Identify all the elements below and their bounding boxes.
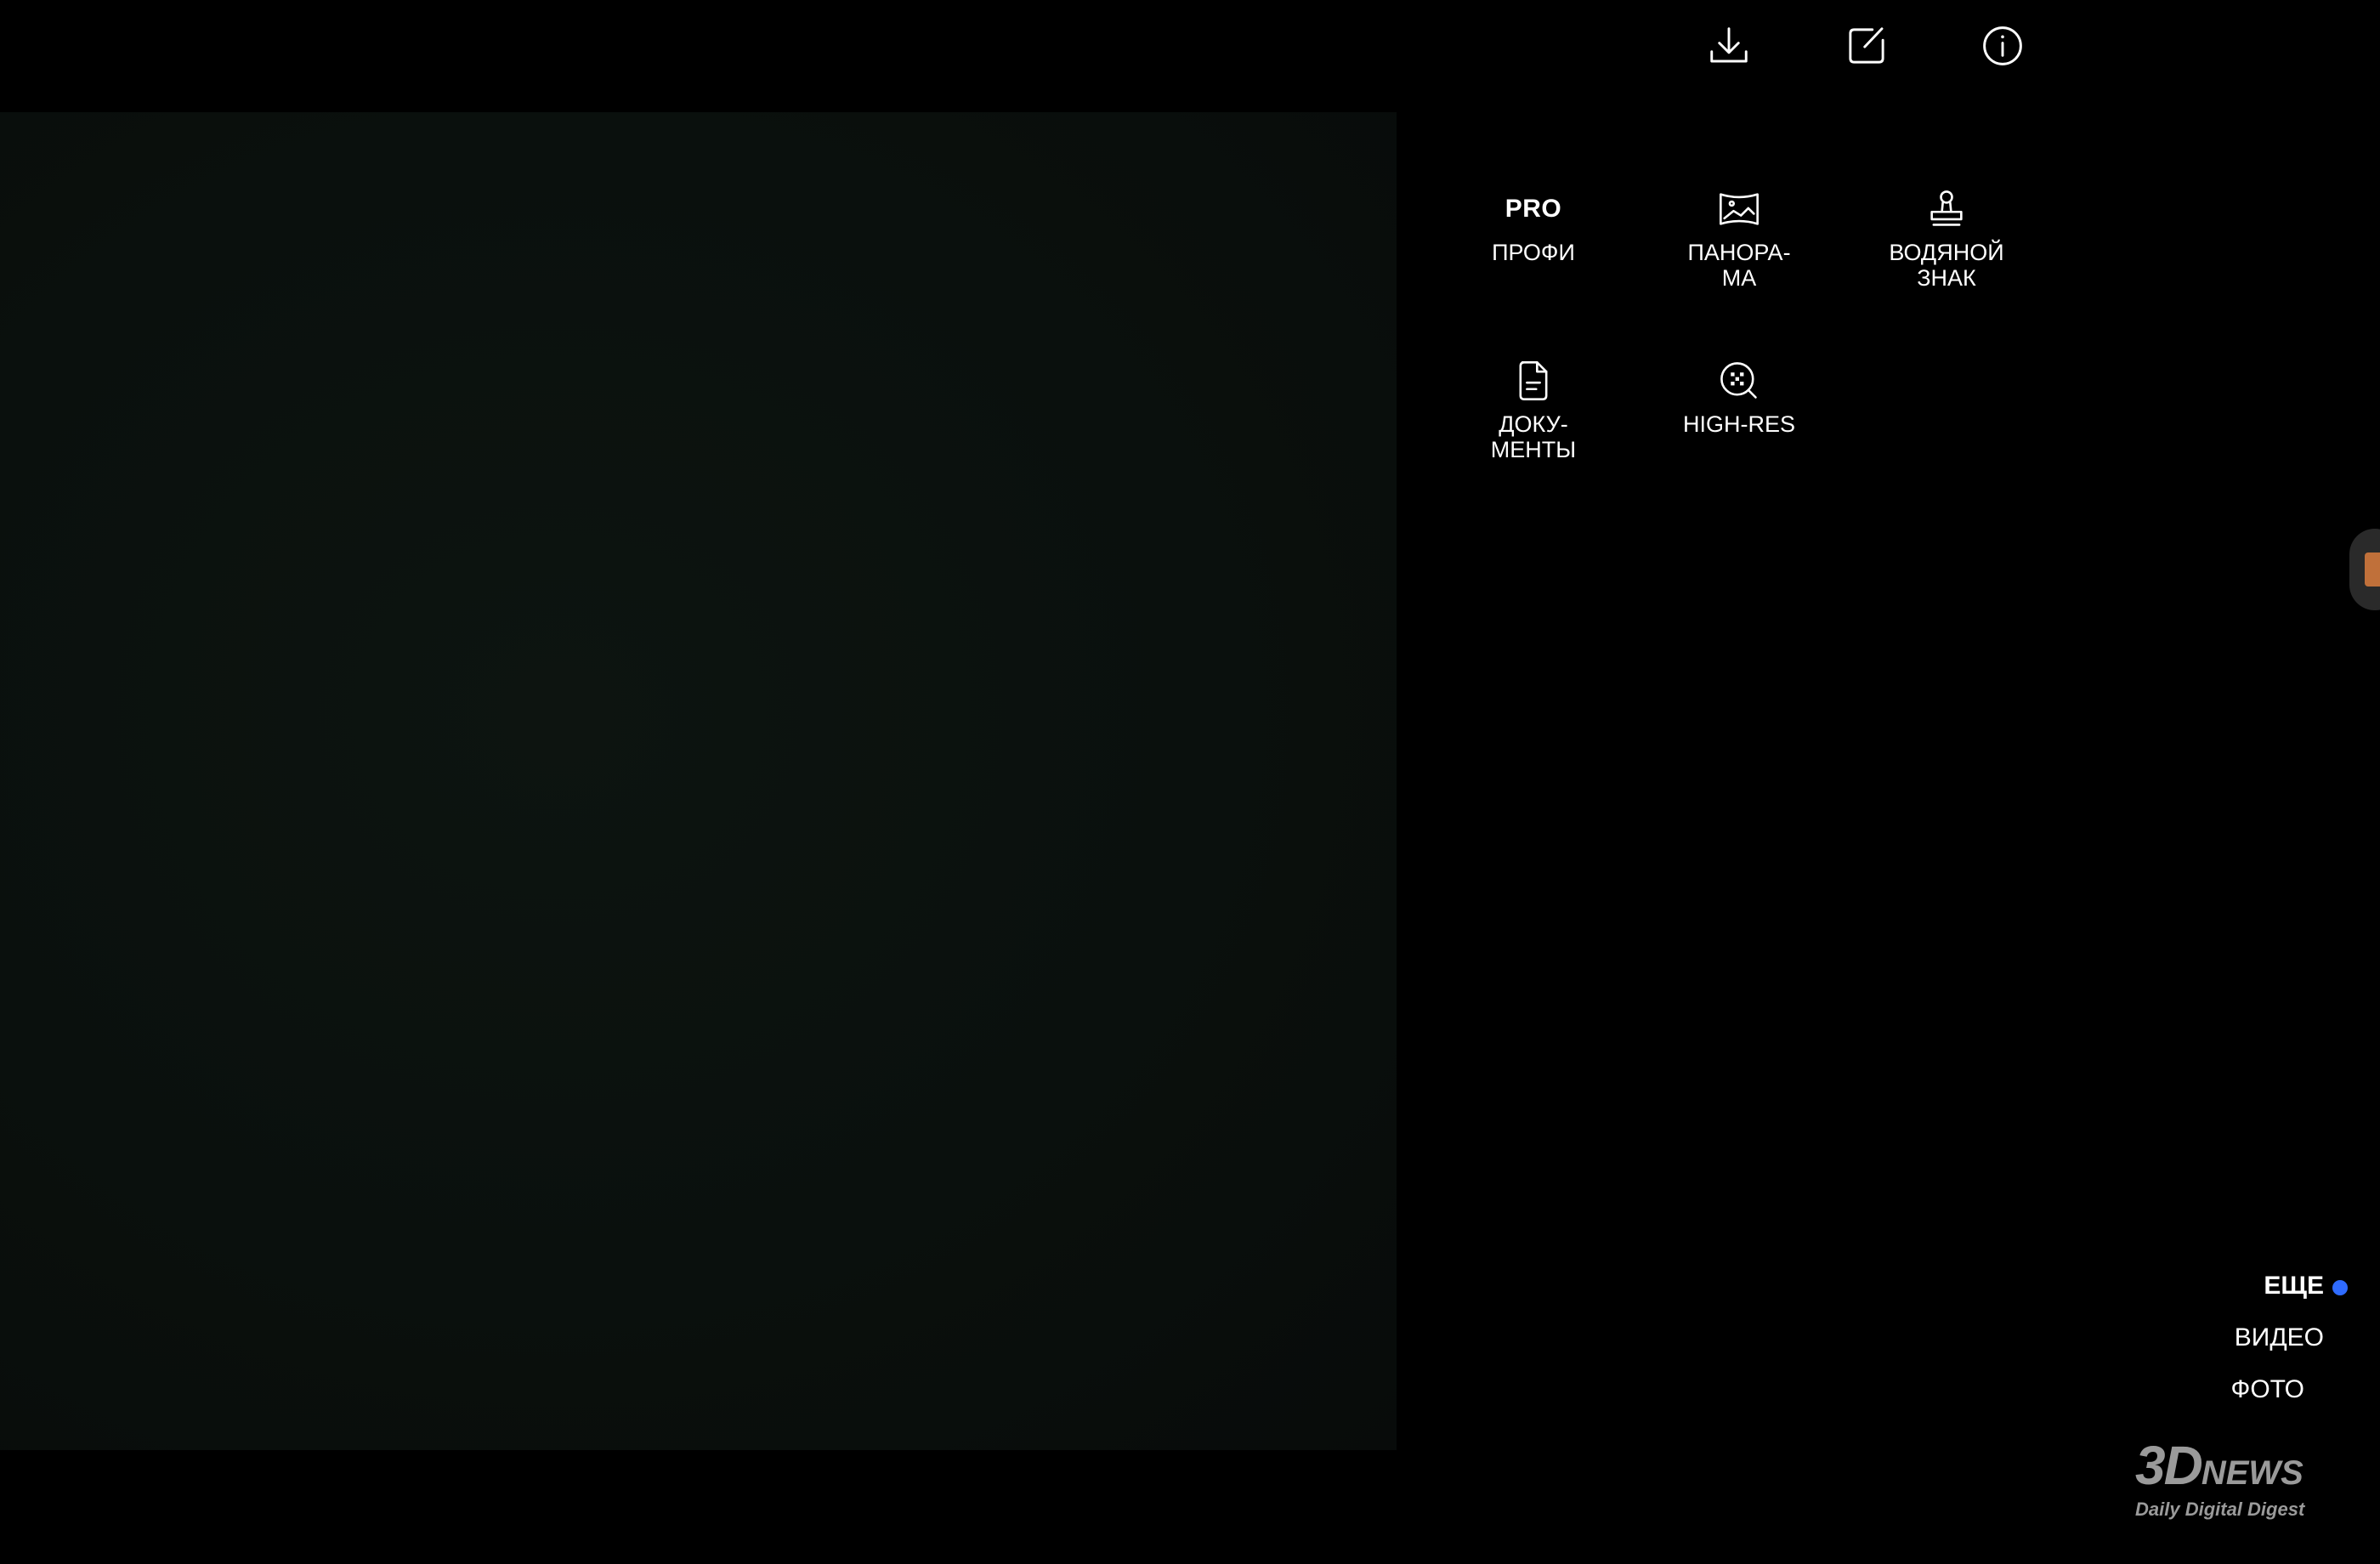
stamp-icon <box>1924 185 1969 233</box>
mode-panorama[interactable]: ПАНОРА- МА <box>1654 185 1824 291</box>
viewfinder-preview[interactable] <box>0 112 1397 1450</box>
mode-watermark[interactable]: ВОДЯНОЙ ЗНАК <box>1862 185 2032 291</box>
edit-icon[interactable] <box>1839 19 1894 73</box>
mode-label: ПАНОРА- МА <box>1687 240 1791 291</box>
mode-video[interactable]: ВИДЕО <box>2235 1323 2324 1352</box>
camera-app: PRO ПРОФИ ПАНОРА- МА ВОДЯНОЙ ЗНАК ДОКУ- … <box>0 0 2380 1564</box>
mode-label: ВОДЯНОЙ ЗНАК <box>1889 240 2004 291</box>
info-icon[interactable] <box>1975 19 2030 73</box>
download-icon[interactable] <box>1702 19 1756 73</box>
3dnews-watermark: 3DNEWS Daily Digital Digest <box>2135 1435 2348 1520</box>
high-res-icon <box>1717 357 1761 405</box>
pro-text-icon: PRO <box>1504 195 1562 223</box>
mode-high-res[interactable]: HIGH-RES <box>1654 357 1824 437</box>
mode-label: ДОКУ- МЕНТЫ <box>1490 411 1577 462</box>
mode-more[interactable]: ЕЩЕ <box>2264 1272 2324 1300</box>
notes-icon <box>2365 552 2380 586</box>
mode-pro[interactable]: PRO ПРОФИ <box>1448 185 1618 265</box>
mode-photo[interactable]: ФОТО <box>2231 1375 2304 1404</box>
side-panel-handle[interactable] <box>2349 529 2380 610</box>
mode-documents[interactable]: ДОКУ- МЕНТЫ <box>1448 357 1618 462</box>
mode-label: ПРОФИ <box>1492 240 1575 265</box>
panorama-icon <box>1717 185 1761 233</box>
watermark-logo: 3DNEWS <box>2135 1435 2304 1496</box>
active-mode-indicator <box>2332 1280 2348 1295</box>
mode-label: HIGH-RES <box>1682 411 1795 437</box>
watermark-tagline: Daily Digital Digest <box>2135 1499 2305 1520</box>
document-icon <box>1511 357 1556 405</box>
